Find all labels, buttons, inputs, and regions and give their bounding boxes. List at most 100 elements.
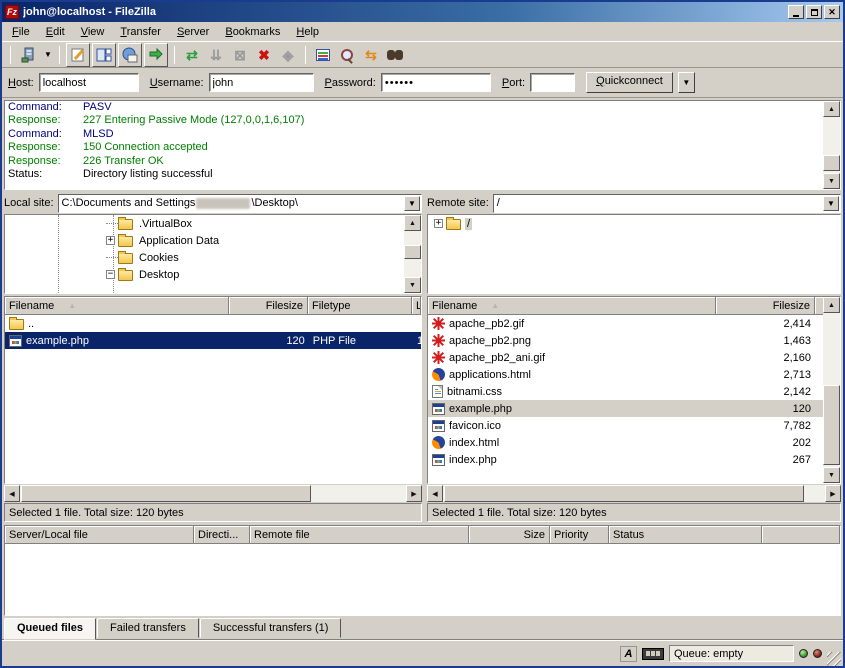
- file-row-applications-html[interactable]: applications.html 2,713: [428, 366, 823, 383]
- scroll-left-icon[interactable]: ◀: [427, 485, 443, 502]
- remote-hscrollbar-thumb[interactable]: [444, 485, 804, 502]
- menu-server[interactable]: Server: [169, 23, 217, 41]
- local-site-dropdown[interactable]: ▼: [404, 196, 420, 211]
- tab-queued-files[interactable]: Queued files: [4, 618, 96, 640]
- quickconnect-dropdown[interactable]: ▼: [678, 72, 695, 93]
- scroll-down-icon[interactable]: ▼: [823, 467, 840, 483]
- column-header-server-local-file[interactable]: Server/Local file: [5, 526, 194, 544]
- collapse-minus-icon[interactable]: −: [106, 270, 115, 279]
- log-scrollbar[interactable]: ▲ ▼: [823, 101, 840, 189]
- transfer-queue-panel[interactable]: Server/Local file Directi... Remote file…: [4, 525, 841, 616]
- local-file-list[interactable]: Filename▲ Filesize Filetype L .. example…: [4, 296, 422, 484]
- column-header-filename[interactable]: Filename▲: [428, 297, 716, 315]
- password-input[interactable]: [381, 73, 491, 92]
- refresh-button[interactable]: ⇄: [181, 44, 203, 66]
- file-row-bitnami-css[interactable]: bitnami.css 2,142: [428, 383, 823, 400]
- column-header-priority[interactable]: Priority: [550, 526, 609, 544]
- toggle-message-log-button[interactable]: [66, 43, 90, 67]
- close-button[interactable]: ✕: [824, 5, 840, 19]
- remote-horizontal-scrollbar[interactable]: ◀ ▶: [427, 485, 841, 502]
- file-row-index-html[interactable]: index.html 202: [428, 434, 823, 451]
- column-header-remote-file[interactable]: Remote file: [250, 526, 469, 544]
- remote-list-scrollbar-thumb[interactable]: [823, 385, 840, 465]
- host-input[interactable]: [39, 73, 139, 92]
- title-bar[interactable]: Fz john@localhost - FileZilla ✕: [2, 2, 843, 22]
- tab-successful-transfers[interactable]: Successful transfers (1): [200, 618, 342, 638]
- file-row-example-php[interactable]: example.php 120: [428, 400, 823, 417]
- column-header-filetype[interactable]: Filetype: [308, 297, 412, 315]
- username-input[interactable]: [209, 73, 314, 92]
- menu-edit[interactable]: Edit: [38, 23, 73, 41]
- column-header-size[interactable]: Size: [469, 526, 550, 544]
- scroll-down-icon[interactable]: ▼: [823, 173, 840, 189]
- local-tree-scrollbar[interactable]: ▲ ▼: [404, 215, 421, 293]
- remote-list-scrollbar[interactable]: ▲ ▼: [823, 297, 840, 483]
- data-type-indicator-icon[interactable]: A: [620, 646, 637, 662]
- directory-comparison-button[interactable]: [336, 44, 358, 66]
- column-header-filesize[interactable]: Filesize: [229, 297, 308, 315]
- site-manager-dropdown[interactable]: ▼: [41, 44, 53, 66]
- scroll-up-icon[interactable]: ▲: [404, 215, 421, 231]
- remote-directory-tree[interactable]: + /: [427, 214, 841, 294]
- toggle-local-tree-button[interactable]: [92, 43, 116, 67]
- local-hscrollbar-thumb[interactable]: [21, 485, 311, 502]
- local-tree-scrollbar-thumb[interactable]: [404, 245, 421, 259]
- scroll-right-icon[interactable]: ▶: [406, 485, 422, 502]
- scroll-up-icon[interactable]: ▲: [823, 297, 840, 313]
- column-header-filesize[interactable]: Filesize: [716, 297, 815, 315]
- tab-failed-transfers[interactable]: Failed transfers: [97, 618, 199, 638]
- tree-item-root[interactable]: + /: [428, 215, 840, 232]
- remote-file-list[interactable]: Filename▲ Filesize apache_pb2.gif 2,414 …: [427, 296, 841, 484]
- file-row-apache-pb2-png[interactable]: apache_pb2.png 1,463: [428, 332, 823, 349]
- site-manager-button[interactable]: [17, 44, 39, 66]
- file-row-apache-pb2-gif[interactable]: apache_pb2.gif 2,414: [428, 315, 823, 332]
- menu-view[interactable]: View: [73, 23, 113, 41]
- toggle-transfer-queue-button[interactable]: [144, 43, 168, 67]
- toggle-remote-tree-button[interactable]: [118, 43, 142, 67]
- resize-grip[interactable]: [827, 652, 841, 666]
- tree-item-cookies[interactable]: Cookies: [5, 249, 421, 266]
- column-header-last-modified[interactable]: L: [412, 297, 421, 315]
- message-log[interactable]: Command:PASV Response:227 Entering Passi…: [4, 100, 841, 190]
- speed-limit-indicator-icon[interactable]: [642, 648, 664, 660]
- expand-plus-icon[interactable]: +: [106, 236, 115, 245]
- file-row-example-php[interactable]: example.php 120 PHP File 1: [5, 332, 421, 349]
- column-header-filename[interactable]: Filename▲: [5, 297, 229, 315]
- tree-item-application-data[interactable]: + Application Data: [5, 232, 421, 249]
- process-queue-button[interactable]: ⇊: [205, 44, 227, 66]
- minimize-button[interactable]: [788, 5, 804, 19]
- scroll-left-icon[interactable]: ◀: [4, 485, 20, 502]
- reconnect-button[interactable]: ◈: [277, 44, 299, 66]
- local-horizontal-scrollbar[interactable]: ◀ ▶: [4, 485, 422, 502]
- menu-transfer[interactable]: Transfer: [112, 23, 169, 41]
- local-site-combobox[interactable]: C:\Documents and Settings\Desktop\ ▼: [58, 194, 422, 213]
- cancel-operation-button[interactable]: ⊠: [229, 44, 251, 66]
- expand-plus-icon[interactable]: +: [434, 219, 443, 228]
- queue-body-empty[interactable]: [5, 544, 840, 615]
- scroll-up-icon[interactable]: ▲: [823, 101, 840, 117]
- synchronized-browsing-button[interactable]: ⇆: [360, 44, 382, 66]
- column-header-direction[interactable]: Directi...: [194, 526, 250, 544]
- local-directory-tree[interactable]: .VirtualBox + Application Data Cookies −…: [4, 214, 422, 294]
- column-header-status[interactable]: Status: [609, 526, 762, 544]
- remote-site-dropdown[interactable]: ▼: [823, 196, 839, 211]
- filter-button[interactable]: [312, 44, 334, 66]
- menu-bookmarks[interactable]: Bookmarks: [217, 23, 288, 41]
- disconnect-button[interactable]: ✖: [253, 44, 275, 66]
- file-row-favicon-ico[interactable]: favicon.ico 7,782: [428, 417, 823, 434]
- file-row-apache-pb2-ani-gif[interactable]: apache_pb2_ani.gif 2,160: [428, 349, 823, 366]
- menu-file[interactable]: File: [4, 23, 38, 41]
- port-input[interactable]: [530, 73, 575, 92]
- scroll-down-icon[interactable]: ▼: [404, 277, 421, 293]
- file-row-index-php[interactable]: index.php 267: [428, 451, 823, 468]
- tree-item-virtualbox[interactable]: .VirtualBox: [5, 215, 421, 232]
- maximize-button[interactable]: [806, 5, 822, 19]
- remote-list-body[interactable]: apache_pb2.gif 2,414 apache_pb2.png 1,46…: [428, 315, 823, 483]
- log-scrollbar-thumb[interactable]: [823, 155, 840, 171]
- quickconnect-button[interactable]: Quickconnect: [586, 72, 673, 93]
- menu-help[interactable]: Help: [288, 23, 327, 41]
- scroll-right-icon[interactable]: ▶: [825, 485, 841, 502]
- local-list-body[interactable]: .. example.php 120 PHP File 1: [5, 315, 421, 483]
- remote-site-combobox[interactable]: / ▼: [493, 194, 841, 213]
- tree-item-desktop[interactable]: − Desktop: [5, 266, 421, 283]
